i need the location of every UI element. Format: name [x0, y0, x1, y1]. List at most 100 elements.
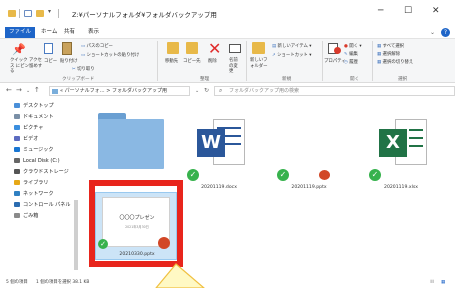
qat-separator	[58, 9, 59, 18]
sidebar-item-label: クラウドストレージ	[23, 169, 69, 175]
back-arrow-icon[interactable]: ←	[6, 86, 12, 94]
invert-selection-label: 選択の切り替え	[382, 60, 414, 65]
chevron-down-icon[interactable]: ⌄	[26, 88, 30, 94]
file-item-folder[interactable]	[95, 109, 171, 191]
status-item-count: 5 個の項目	[6, 280, 28, 285]
pin-quick-access-button[interactable]: クイック アクセス にピン留めする	[10, 58, 44, 75]
history-label: 履歴	[349, 60, 359, 65]
slide-subtitle: 2021年3月30日	[125, 225, 149, 229]
excel-document-icon: X	[379, 119, 429, 169]
large-icons-view-icon[interactable]: ▦	[441, 278, 445, 288]
sidebar-item-music[interactable]: ミュージック	[0, 145, 82, 155]
file-item-pptx-selected[interactable]: 〇〇〇プレゼン 2021年3月30日 ✓ 20210330.pptx	[95, 192, 177, 260]
ribbon-separator	[372, 41, 373, 81]
powerpoint-icon	[158, 237, 170, 249]
ribbon-separator	[322, 41, 323, 81]
status-selection: 1 個の項目を選択 38.1 KB	[36, 280, 90, 285]
paste-button[interactable]: 貼り付け	[60, 58, 78, 64]
forward-arrow-icon[interactable]: →	[16, 86, 22, 94]
new-folder-icon	[252, 42, 265, 54]
sidebar-item-recycle-bin[interactable]: ごみ箱	[0, 211, 82, 221]
minimize-button[interactable]: ─	[378, 6, 383, 16]
documents-icon	[14, 114, 20, 119]
open-button[interactable]: ● 開く ▾	[344, 43, 362, 49]
excel-app-letter: X	[379, 129, 407, 157]
paste-shortcut-button[interactable]: ▭ ショートカットの貼り付け	[81, 52, 139, 58]
file-name-xlsx[interactable]: 20201119.xlsx	[365, 185, 437, 190]
delete-button[interactable]: 削除	[208, 58, 217, 64]
file-name-docx[interactable]: 20201119.docx	[183, 185, 255, 190]
address-path: « パーソナルフォ… > フォルダバックアップ用	[60, 88, 168, 94]
select-none-button[interactable]: ▦ 選択解除	[377, 51, 400, 57]
pin-icon: 📌	[12, 43, 26, 56]
rename-button[interactable]: 名前の変更	[229, 58, 241, 75]
help-icon[interactable]: ?	[441, 28, 450, 37]
copy-to-button[interactable]: コピー先	[183, 58, 201, 64]
cut-button[interactable]: ✂ 切り取り	[72, 66, 95, 72]
sidebar-item-libraries[interactable]: ライブラリ	[0, 178, 82, 188]
close-button[interactable]: ✕	[432, 6, 440, 16]
new-folder-qat-icon[interactable]	[36, 10, 44, 17]
slide-title: 〇〇〇プレゼン	[119, 215, 155, 221]
chevron-down-icon[interactable]: ⌄	[430, 29, 435, 36]
edit-label: 編集	[349, 52, 358, 57]
copy-button[interactable]: コピー	[44, 58, 57, 64]
sidebar-item-videos[interactable]: ビデオ	[0, 134, 82, 144]
address-field[interactable]: « パーソナルフォ… > フォルダバックアップ用	[49, 86, 190, 96]
drive-icon	[14, 158, 20, 163]
file-name-pptx[interactable]: 20201119.pptx	[273, 185, 345, 190]
new-folder-button[interactable]: 新しいフォルダー	[250, 58, 270, 69]
chevron-down-icon[interactable]: ⌄	[195, 88, 199, 94]
sidebar-item-network[interactable]: ネットワーク	[0, 189, 82, 199]
move-to-icon	[167, 42, 179, 54]
move-to-button[interactable]: 移動先	[165, 58, 178, 64]
new-item-button[interactable]: ▤ 新しいアイテム ▾	[272, 43, 311, 49]
new-item-label: 新しいアイテム	[277, 44, 308, 49]
up-arrow-icon[interactable]: ↑	[34, 86, 40, 94]
file-item-xlsx[interactable]: X ✓	[365, 111, 437, 191]
search-placeholder: フォルダバックアップ用の検索	[229, 88, 300, 94]
search-input[interactable]: フォルダバックアップ用の検索	[214, 86, 455, 96]
navigation-pane: デスクトップ ドキュメント ピクチャ ビデオ ミュージック Local Disk…	[0, 99, 82, 270]
history-button[interactable]: ◷ 履歴	[344, 59, 358, 65]
sidebar-scrollbar[interactable]	[74, 200, 78, 270]
sidebar-item-label: ミュージック	[23, 147, 54, 153]
copy-icon	[44, 43, 53, 54]
window-title: Z:¥パーソナルフォルダ¥フォルダバックアップ用	[72, 11, 217, 19]
tab-view[interactable]: 表示	[84, 27, 103, 38]
file-item-pptx[interactable]: ✓	[273, 111, 345, 191]
ribbon-tabs: ファイル ホーム 共有 表示 ⌄ ?	[0, 27, 455, 38]
file-name-selected[interactable]: 20210330.pptx	[96, 252, 178, 257]
sidebar-item-control-panel[interactable]: コントロール パネル	[0, 200, 82, 210]
invert-selection-button[interactable]: ▦ 選択の切り替え	[377, 59, 413, 65]
tab-share[interactable]: 共有	[60, 27, 79, 38]
select-none-label: 選択解除	[382, 52, 401, 57]
pictures-icon	[14, 125, 20, 130]
rename-icon	[229, 44, 241, 53]
details-view-icon[interactable]: ☷	[430, 278, 434, 288]
title-bar: ▾ Z:¥パーソナルフォルダ¥フォルダバックアップ用 ─ ☐ ✕	[0, 0, 455, 28]
edit-button[interactable]: ✎ 編集	[344, 51, 358, 57]
tab-file[interactable]: ファイル	[5, 27, 36, 38]
sidebar-item-pictures[interactable]: ピクチャ	[0, 123, 82, 133]
shortcut-button[interactable]: ↗ ショートカット ▾	[272, 52, 311, 58]
cut-label: 切り取り	[77, 67, 95, 72]
sidebar-item-local-disk[interactable]: Local Disk (C:)	[0, 156, 82, 166]
sync-check-icon: ✓	[369, 169, 381, 181]
properties-button[interactable]: プロパティ	[324, 58, 346, 64]
copy-path-button[interactable]: ▭ パスのコピー	[81, 43, 113, 49]
refresh-icon[interactable]: ↻	[204, 87, 209, 94]
tab-home[interactable]: ホーム	[37, 27, 61, 38]
folder-icon	[8, 10, 16, 17]
maximize-button[interactable]: ☐	[404, 6, 412, 16]
sidebar-item-documents[interactable]: ドキュメント	[0, 112, 82, 122]
sidebar-item-cloud-storage[interactable]: クラウドストレージ	[0, 167, 82, 177]
open-label: 開く	[349, 44, 359, 49]
chevron-down-icon[interactable]: ▾	[48, 8, 51, 15]
select-all-button[interactable]: ▦ すべて選択	[377, 43, 404, 49]
properties-qat-icon[interactable]	[24, 10, 32, 17]
file-item-docx[interactable]: W ✓	[183, 111, 255, 191]
organize-group-label: 整理	[200, 77, 210, 82]
select-all-label: すべて選択	[382, 44, 405, 49]
sidebar-item-desktop[interactable]: デスクトップ	[0, 101, 82, 111]
